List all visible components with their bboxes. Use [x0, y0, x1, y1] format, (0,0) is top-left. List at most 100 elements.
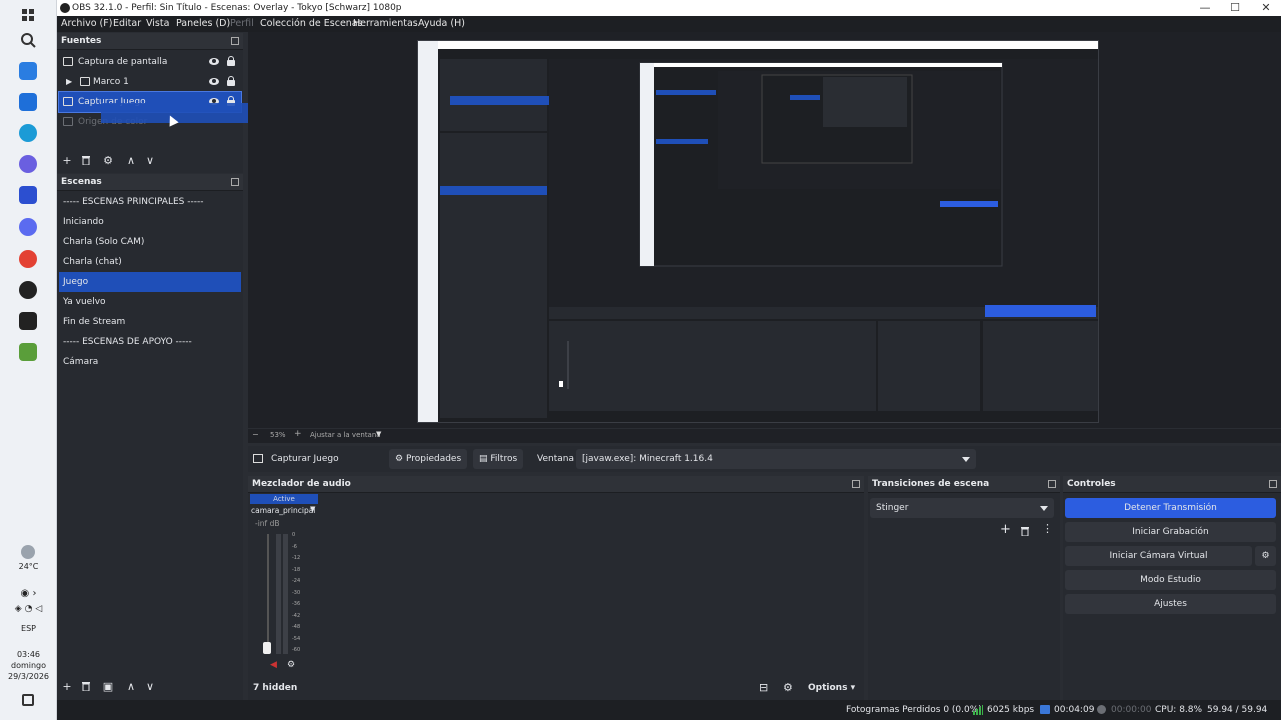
- volume-slider-handle[interactable]: [263, 642, 271, 654]
- zoom-in-button[interactable]: +: [294, 429, 302, 439]
- dock-float-icon[interactable]: [231, 37, 239, 45]
- filters-button[interactable]: ▤ Filtros: [473, 449, 524, 469]
- properties-button[interactable]: ⚙ Propiedades: [389, 449, 468, 469]
- window-title: OBS 32.1.0 - Perfil: Sin Título - Escena…: [72, 3, 402, 13]
- mixer-advanced-icon[interactable]: ⚙: [783, 681, 793, 694]
- visibility-icon[interactable]: [209, 78, 219, 85]
- remove-scene-button[interactable]: [79, 680, 93, 694]
- app-icon-4[interactable]: [19, 155, 37, 173]
- channel-menu-chevron-icon[interactable]: ▼: [310, 505, 315, 513]
- app-icon-2[interactable]: [19, 93, 37, 111]
- source-item[interactable]: Captura de pantalla: [59, 52, 241, 72]
- add-scene-button[interactable]: +: [60, 680, 74, 694]
- window-select[interactable]: [javaw.exe]: Minecraft 1.16.4: [576, 449, 976, 469]
- dock-float-icon[interactable]: [852, 480, 860, 488]
- scene-filters-icon[interactable]: ▣: [101, 680, 115, 694]
- menu-perfil[interactable]: Perfil: [230, 17, 254, 31]
- zoom-mode-select[interactable]: Ajustar a la ventana: [310, 431, 381, 439]
- scene-move-down-button[interactable]: ∨: [143, 680, 157, 694]
- add-transition-button[interactable]: +: [1000, 522, 1011, 537]
- scene-move-up-button[interactable]: ∧: [124, 680, 138, 694]
- transitions-title: Transiciones de escena: [868, 476, 1060, 493]
- menu-herramientas[interactable]: Herramientas: [353, 17, 418, 31]
- minecraft-icon[interactable]: [19, 343, 37, 361]
- source-properties-gear-icon[interactable]: ⚙: [101, 154, 115, 168]
- maximize-button[interactable]: ☐: [1220, 0, 1250, 16]
- scene-item[interactable]: Ya vuelvo: [59, 292, 241, 312]
- dock-float-icon[interactable]: [231, 178, 239, 186]
- settings-button[interactable]: Ajustes: [1065, 594, 1276, 614]
- scene-item[interactable]: Charla (Solo CAM): [59, 232, 241, 252]
- dock-float-icon[interactable]: [1048, 480, 1056, 488]
- menu-ayuda[interactable]: Ayuda (H): [418, 17, 465, 31]
- mixer-layout-icon[interactable]: ⊟: [759, 681, 768, 694]
- mixer-tab-active[interactable]: Active: [250, 494, 318, 504]
- preview-canvas[interactable]: [417, 40, 1099, 423]
- start-virtual-camera-button[interactable]: Iniciar Cámara Virtual: [1065, 546, 1252, 566]
- move-up-button[interactable]: ∧: [124, 154, 138, 168]
- notifications-icon[interactable]: [22, 694, 34, 706]
- stream-time: 00:04:09: [1054, 705, 1095, 715]
- menu-archivo[interactable]: Archivo (F): [61, 17, 112, 31]
- scenes-title: Escenas: [57, 174, 243, 191]
- controls-dock: Controles Detener Transmisión Iniciar Gr…: [1063, 476, 1281, 700]
- mixer-settings-icon[interactable]: ⚙: [287, 660, 295, 670]
- zoom-mode-chevron-icon[interactable]: ▼: [376, 430, 381, 438]
- chrome-icon[interactable]: [19, 250, 37, 268]
- options-label: Options: [808, 683, 848, 693]
- options-button[interactable]: Options ▾: [808, 683, 855, 693]
- dock-float-icon[interactable]: [1269, 480, 1277, 488]
- app-icon-9[interactable]: [19, 312, 37, 330]
- add-source-button[interactable]: +: [60, 154, 74, 168]
- mixer-channel-name[interactable]: camara_principal: [251, 506, 315, 515]
- menu-vista[interactable]: Vista: [146, 17, 169, 31]
- transition-select[interactable]: Stinger: [870, 498, 1054, 518]
- windows-start-icon[interactable]: [19, 6, 37, 24]
- obs-logo-icon: [60, 3, 70, 13]
- scene-item[interactable]: Cámara: [59, 352, 241, 372]
- minimize-button[interactable]: —: [1190, 0, 1220, 16]
- scene-item[interactable]: ----- ESCENAS DE APOYO -----: [59, 332, 241, 352]
- scene-item[interactable]: Iniciando: [59, 212, 241, 232]
- close-button[interactable]: ✕: [1251, 0, 1281, 16]
- remove-transition-button[interactable]: [1020, 525, 1030, 539]
- menu-coleccion[interactable]: Colección de Escenas: [260, 17, 363, 31]
- scene-item[interactable]: Charla (chat): [59, 252, 241, 272]
- stop-streaming-button[interactable]: Detener Transmisión: [1065, 498, 1276, 518]
- move-down-button[interactable]: ∨: [143, 154, 157, 168]
- edge-icon[interactable]: [19, 124, 37, 142]
- virtual-camera-settings-gear-icon[interactable]: ⚙: [1255, 546, 1276, 566]
- scene-item[interactable]: Fin de Stream: [59, 312, 241, 332]
- studio-mode-button[interactable]: Modo Estudio: [1065, 570, 1276, 590]
- hidden-count[interactable]: 7 hidden: [253, 683, 297, 693]
- scene-item[interactable]: ----- ESCENAS PRINCIPALES -----: [59, 192, 241, 212]
- tray-icons[interactable]: ◉ ›: [0, 588, 57, 599]
- language-indicator[interactable]: ESP: [0, 624, 57, 633]
- mute-speaker-icon[interactable]: ◀: [270, 660, 277, 670]
- menu-paneles[interactable]: Paneles (D): [176, 17, 230, 31]
- controls-title: Controles: [1063, 476, 1281, 493]
- lock-icon[interactable]: [227, 56, 235, 66]
- app-icon-5[interactable]: [19, 186, 37, 204]
- obs-icon[interactable]: [19, 281, 37, 299]
- weather-icon[interactable]: [21, 545, 35, 559]
- network-volume-icons[interactable]: ◈ ◔ ◁: [0, 604, 57, 614]
- menu-editar[interactable]: Editar: [113, 17, 141, 31]
- start-recording-button[interactable]: Iniciar Grabación: [1065, 522, 1276, 542]
- clock-time[interactable]: 03:46: [0, 650, 57, 659]
- lock-icon[interactable]: [227, 76, 235, 86]
- zoom-out-button[interactable]: −: [252, 430, 259, 439]
- source-item[interactable]: ▶ Marco 1: [59, 72, 241, 92]
- scene-item-selected[interactable]: Juego: [59, 272, 241, 292]
- volume-slider-track[interactable]: [267, 534, 269, 654]
- transition-menu-icon[interactable]: ⋮: [1042, 522, 1053, 535]
- app-icon-1[interactable]: [19, 62, 37, 80]
- preview-footer: − 53% + Ajustar a la ventana ▼: [248, 429, 1281, 443]
- visibility-icon[interactable]: [209, 58, 219, 65]
- expand-chevron-icon[interactable]: ▶: [66, 72, 72, 92]
- remove-source-button[interactable]: [79, 154, 93, 168]
- search-icon[interactable]: [19, 31, 37, 49]
- zoom-level: 53%: [270, 431, 286, 439]
- app-icon-6[interactable]: [19, 218, 37, 236]
- transition-value: Stinger: [876, 503, 909, 513]
